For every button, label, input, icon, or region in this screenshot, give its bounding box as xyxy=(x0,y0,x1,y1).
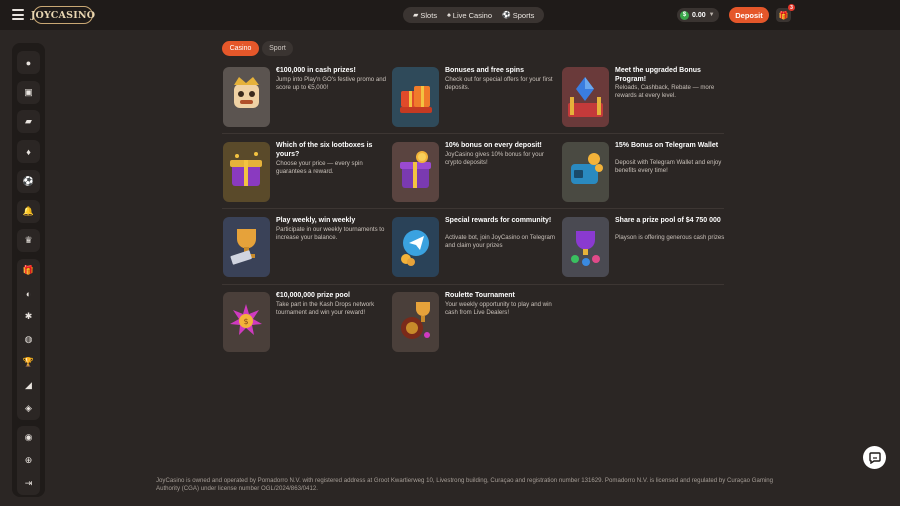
logout-icon[interactable]: ⇥ xyxy=(17,472,40,495)
promo-description: JoyCasino gives 10% bonus for your crypt… xyxy=(445,151,544,166)
promo-card-deposit-bonus[interactable]: 10% bonus on every deposit! JoyCasino gi… xyxy=(392,142,552,203)
sidebar-group-cards: ♦ xyxy=(17,140,40,163)
nav-sports[interactable]: ⚽ Sports xyxy=(497,11,539,20)
promo-description: Your weekly opportunity to play and win … xyxy=(445,301,552,316)
legal-footer: JoyCasino is owned and operated by Pomad… xyxy=(156,477,774,492)
promo-title: €10,000,000 prize pool xyxy=(276,292,350,299)
promo-image xyxy=(392,292,439,352)
promo-card-kash-drops[interactable]: $ €10,000,000 prize pool Take part in th… xyxy=(223,292,383,353)
deposit-button[interactable]: Deposit xyxy=(729,7,769,23)
language-icon[interactable]: ⊕ xyxy=(17,449,40,472)
promo-title: Which of the six lootboxes is yours? xyxy=(276,142,373,158)
promo-card-cash-prizes[interactable]: €100,000 in cash prizes! Jump into Play'… xyxy=(223,67,386,128)
promo-image xyxy=(562,142,609,202)
live-chat-button[interactable] xyxy=(863,446,886,469)
live-casino-icon: ♠ xyxy=(447,11,451,19)
main-nav: ▰ Slots ♠ Live Casino ⚽ Sports xyxy=(403,7,545,23)
promo-image xyxy=(223,67,270,127)
slots-icon[interactable]: ▰ xyxy=(17,110,40,133)
row-divider xyxy=(222,208,724,209)
promo-card-community[interactable]: Special rewards for community! Activate … xyxy=(392,217,555,278)
promo-description: Reloads, Cashback, Rebate — more rewards… xyxy=(615,84,715,99)
balance-dropdown[interactable]: $ 0.00 ▼ xyxy=(677,8,719,22)
svg-text:$: $ xyxy=(243,317,248,326)
menu-icon[interactable] xyxy=(12,9,24,20)
puzzle-icon[interactable]: ✱ xyxy=(17,305,40,328)
promo-description: Choose your price — every spin guarantee… xyxy=(276,160,363,175)
nav-live-casino[interactable]: ♠ Live Casino xyxy=(442,11,497,20)
promo-card-prize-pool[interactable]: Share a prize pool of $4 750 000 Playson… xyxy=(562,217,724,278)
promo-description: Take part in the Kash Drops network tour… xyxy=(276,301,375,316)
promo-description: Check out for special offers for your fi… xyxy=(445,76,553,91)
cards-icon[interactable]: ♦ xyxy=(17,140,40,163)
sidebar-group-misc: ◉ ⊕ ⇥ xyxy=(17,426,40,495)
support-icon[interactable]: ◉ xyxy=(17,426,40,449)
currency-icon: $ xyxy=(680,10,689,20)
promo-card-weekly[interactable]: Play weekly, win weekly Participate in o… xyxy=(223,217,384,278)
sidebar-group-vip: ♛ xyxy=(17,229,40,252)
promo-description: Participate in our weekly tournaments to… xyxy=(276,226,385,241)
promo-card-bonuses[interactable]: Bonuses and free spins Check out for spe… xyxy=(392,67,553,128)
promotions-icon[interactable]: ◐ xyxy=(17,282,40,305)
gift-count-badge: 3 xyxy=(788,4,795,11)
promo-image xyxy=(562,67,609,127)
logo[interactable]: JOYCASINO xyxy=(31,6,95,24)
promo-title: Special rewards for community! xyxy=(445,217,552,224)
row-divider xyxy=(222,133,724,134)
sidebar: ● ▣ ▰ ♦ ⚽ 🔔 ♛ 🎁 ◐ ✱ ◍ 🏆 ◢ ◈ ◉ ⊕ ⇥ xyxy=(12,43,45,497)
balance-value: 0.00 xyxy=(692,11,706,19)
gift-icon[interactable]: 🎁 xyxy=(17,259,40,282)
sidebar-group-promos: 🎁 ◐ ✱ ◍ 🏆 ◢ ◈ xyxy=(17,259,40,420)
notifications-icon[interactable]: 🔔 xyxy=(17,200,40,223)
promo-title: 10% bonus on every deposit! xyxy=(445,142,542,149)
promo-image xyxy=(392,142,439,202)
wallet-icon[interactable]: ▣ xyxy=(17,81,40,104)
tab-sport[interactable]: Sport xyxy=(262,41,293,56)
promo-image xyxy=(223,142,270,202)
promo-image xyxy=(392,67,439,127)
sports-ball-icon[interactable]: ⚽ xyxy=(17,170,40,193)
nav-slots[interactable]: ▰ Slots xyxy=(408,11,442,20)
top-bar: JOYCASINO ▰ Slots ♠ Live Casino ⚽ Sports $ … xyxy=(0,0,900,30)
sidebar-group-notify: 🔔 xyxy=(17,200,40,223)
row-divider xyxy=(222,284,724,285)
tickets-icon[interactable]: ◈ xyxy=(17,397,40,420)
promo-title: 15% Bonus on Telegram Wallet xyxy=(615,142,719,149)
promo-card-telegram-wallet[interactable]: 15% Bonus on Telegram Wallet Deposit wit… xyxy=(562,142,722,203)
promo-description: Jump into Play'n GO's festive promo and … xyxy=(276,76,387,91)
chart-icon[interactable]: ◢ xyxy=(17,374,40,397)
promo-description: Playson is offering generous cash prizes xyxy=(615,234,725,241)
promo-description: Activate bot, join JoyCasino on Telegram… xyxy=(445,234,555,249)
promo-title: €100,000 in cash prizes! xyxy=(276,67,356,74)
promo-image xyxy=(223,217,270,277)
promo-card-roulette[interactable]: Roulette Tournament Your weekly opportun… xyxy=(392,292,552,353)
vip-crown-icon[interactable]: ♛ xyxy=(17,229,40,252)
trophy-icon[interactable]: 🏆 xyxy=(17,351,40,374)
promo-title: Play weekly, win weekly xyxy=(276,217,356,224)
chevron-down-icon: ▼ xyxy=(708,12,715,18)
sports-icon: ⚽ xyxy=(502,12,511,19)
tab-casino[interactable]: Casino xyxy=(222,41,259,56)
promo-title: Share a prize pool of $4 750 000 xyxy=(615,217,721,224)
promo-description: Deposit with Telegram Wallet and enjoy b… xyxy=(615,159,722,174)
promo-title: Roulette Tournament xyxy=(445,292,515,299)
sidebar-group-account: ● xyxy=(17,51,40,74)
sidebar-group-sports: ⚽ xyxy=(17,170,40,193)
profile-icon[interactable]: ● xyxy=(17,51,40,74)
slots-icon: ▰ xyxy=(413,12,419,19)
promo-card-lootboxes[interactable]: Which of the six lootboxes is yours? Cho… xyxy=(223,142,383,203)
basketball-icon[interactable]: ◍ xyxy=(17,328,40,351)
promo-title: Meet the upgraded Bonus Program! xyxy=(615,67,701,83)
sidebar-group-slots: ▰ xyxy=(17,110,40,133)
promo-card-bonus-program[interactable]: Meet the upgraded Bonus Program! Reloads… xyxy=(562,67,722,128)
chat-icon xyxy=(868,451,881,464)
promo-title: Bonuses and free spins xyxy=(445,67,524,74)
promo-image xyxy=(392,217,439,277)
gift-icon: 🎁 xyxy=(778,10,789,20)
sidebar-group-wallet: ▣ xyxy=(17,81,40,104)
promo-image: $ xyxy=(223,292,270,352)
promo-image xyxy=(562,217,609,277)
